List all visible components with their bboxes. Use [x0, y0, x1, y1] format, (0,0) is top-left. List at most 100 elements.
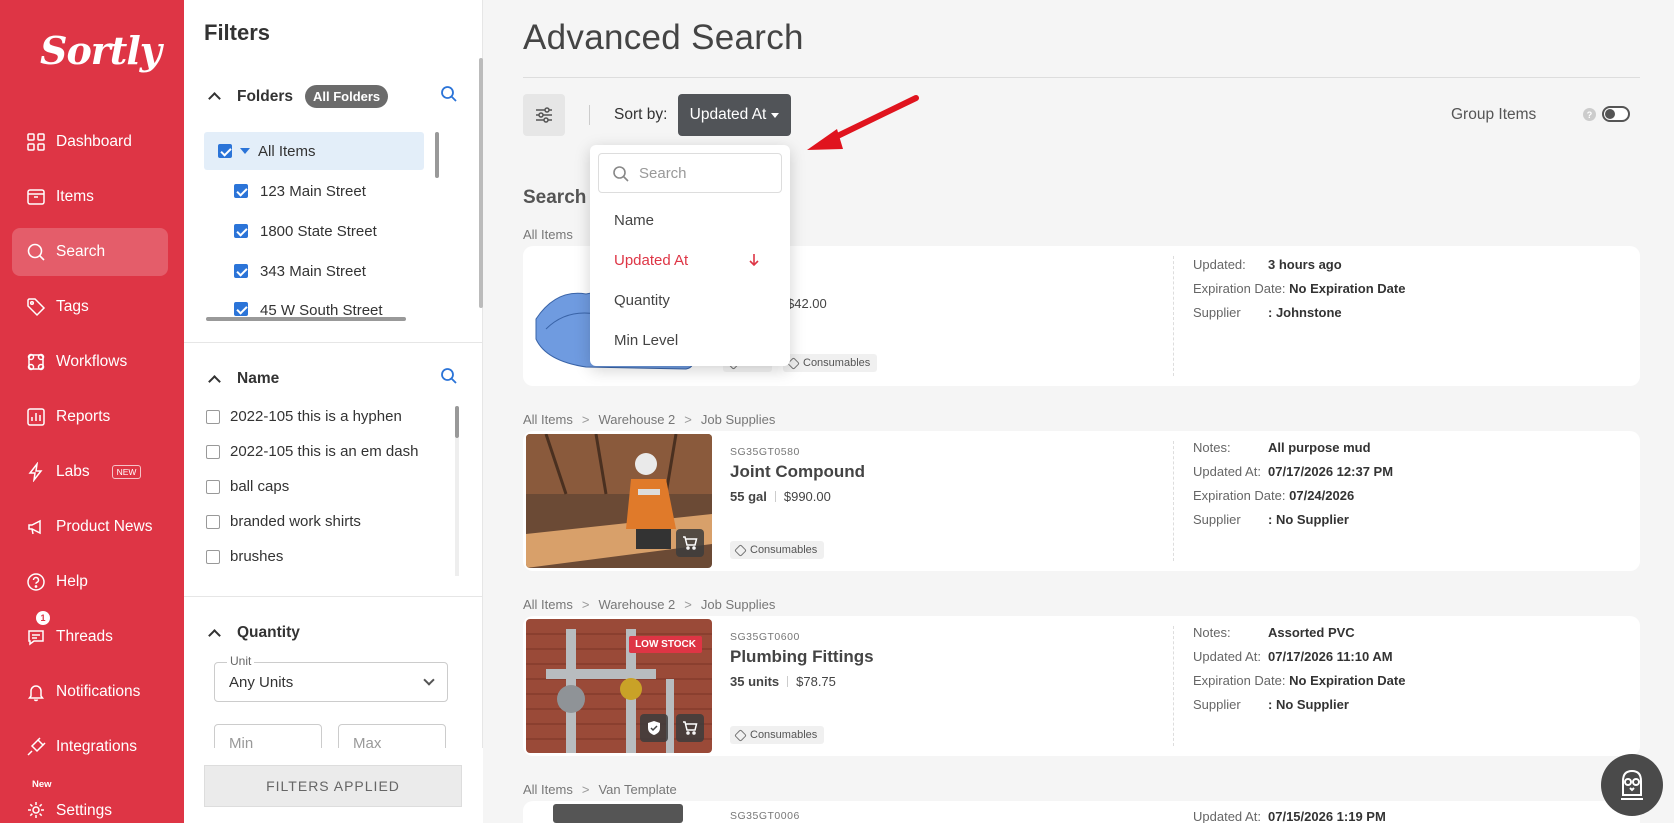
breadcrumb-item[interactable]: All Items [523, 227, 573, 242]
support-chat-button[interactable] [1601, 754, 1663, 816]
sidebar-item-reports[interactable]: Reports [12, 393, 168, 441]
sidebar-item-dashboard[interactable]: Dashboard [12, 118, 168, 166]
reports-icon [27, 408, 45, 426]
meta-value: : Johnstone [1268, 305, 1342, 320]
checkbox[interactable] [206, 479, 220, 494]
folder-tree-item[interactable]: All Items [204, 132, 424, 170]
folder-tree-item[interactable]: 1800 State Street [204, 212, 424, 250]
sort-by-button[interactable]: Updated At [678, 94, 791, 136]
name-search-icon[interactable] [440, 367, 458, 385]
arrow-down-icon[interactable] [748, 253, 760, 267]
item-thumbnail-joint-compound[interactable] [526, 434, 712, 568]
folder-tree-item[interactable]: 45 W South Street [204, 292, 424, 318]
breadcrumb-item[interactable]: All Items [523, 597, 573, 612]
annotation-arrow-icon [807, 95, 919, 150]
breadcrumb-item[interactable]: Job Supplies [701, 412, 775, 427]
filters-applied-button[interactable]: FILTERS APPLIED [204, 765, 462, 807]
all-folders-pill[interactable]: All Folders [304, 85, 389, 108]
chevron-up-icon[interactable] [208, 628, 221, 642]
unit-select[interactable]: Unit Any Units [214, 654, 448, 702]
sidebar-item-items[interactable]: Items [12, 173, 168, 221]
folder-tree-item[interactable]: 123 Main Street [204, 172, 424, 210]
checkbox[interactable] [206, 444, 220, 459]
chevron-up-icon[interactable] [208, 92, 221, 105]
folder-search-icon[interactable] [440, 85, 458, 103]
name-option[interactable]: ball caps [206, 478, 289, 495]
folder-scrollbar[interactable] [435, 132, 439, 178]
chevron-up-icon[interactable] [208, 374, 221, 388]
checkbox[interactable] [218, 144, 232, 158]
name-option[interactable]: branded work shirts [206, 513, 361, 530]
name-option[interactable]: 2022-105 this is a hyphen [206, 408, 402, 425]
add-to-cart-button[interactable] [676, 714, 704, 742]
quantity-section-header[interactable]: Quantity [208, 624, 300, 642]
megaphone-icon [28, 519, 41, 535]
sidebar-item-settings[interactable]: New Settings [12, 779, 168, 820]
item-thumbnail-paint-can[interactable] [553, 804, 683, 823]
breadcrumb-item[interactable]: All Items [523, 412, 573, 427]
folder-tree-item[interactable]: 343 Main Street [204, 252, 424, 290]
item-name[interactable]: Plumbing Fittings [730, 647, 874, 667]
sortly-logo[interactable]: Sortly [40, 28, 162, 73]
name-section-header[interactable]: Name [208, 370, 279, 388]
meta-value: 3 hours ago [1268, 257, 1342, 272]
name-option[interactable]: brushes [206, 548, 283, 565]
sort-option-quantity[interactable]: Quantity [614, 292, 670, 309]
sidebar-item-threads[interactable]: 1 Threads [12, 611, 168, 661]
gear-icon [28, 802, 44, 818]
filter-settings-button[interactable] [523, 94, 565, 136]
checkmark-button[interactable] [640, 714, 668, 742]
breadcrumb-item[interactable]: All Items [523, 782, 573, 797]
group-items-toggle[interactable] [1602, 106, 1630, 122]
name-option-label: 2022-105 this is a hyphen [230, 408, 402, 425]
sidebar-item-labs[interactable]: Labs NEW [12, 448, 168, 496]
breadcrumb-item[interactable]: Warehouse 2 [598, 412, 675, 427]
breadcrumb-item[interactable]: Van Template [598, 782, 676, 797]
checkbox[interactable] [234, 302, 248, 316]
new-badge: New [32, 779, 52, 790]
tag-label: Consumables [750, 544, 818, 556]
folder-horizontal-scrollbar[interactable] [206, 317, 406, 321]
meta-key: Expiration Date: [1193, 488, 1286, 503]
item-thumbnail-plumbing-fittings[interactable]: LOW STOCK [526, 619, 712, 753]
item-card[interactable]: SG35GT0580 Joint Compound 55 gal $990.00 … [523, 431, 1640, 571]
add-to-cart-button[interactable] [676, 529, 704, 557]
tag-chip[interactable]: Consumables [783, 354, 878, 372]
breadcrumb-item[interactable]: Warehouse 2 [598, 597, 675, 612]
item-card[interactable]: LOW STOCK SG35GT0600 Plumbing Fittings 3… [523, 616, 1640, 756]
name-option[interactable]: 2022-105 this is an em dash [206, 443, 418, 460]
sort-option-min-level[interactable]: Min Level [614, 332, 678, 349]
item-card[interactable]: SG35GT0006 Updated At: 07/15/2026 1:19 PM [523, 801, 1640, 823]
sort-option-updated-at[interactable]: Updated At [614, 252, 688, 269]
filters-footer: FILTERS APPLIED [184, 748, 483, 823]
checkbox[interactable] [234, 224, 248, 238]
sidebar-item-label: Labs [56, 463, 90, 480]
folders-section-header[interactable]: Folders All Folders [208, 85, 389, 108]
caret-down-icon[interactable] [240, 148, 250, 154]
sidebar-item-search[interactable]: Search [12, 228, 168, 276]
sidebar-item-tags[interactable]: Tags [12, 283, 168, 331]
meta-key: Updated At: [1193, 649, 1261, 664]
tag-chip[interactable]: Consumables [730, 541, 825, 559]
item-sku: SG35GT0006 [730, 810, 800, 822]
sort-search-input[interactable]: Search [598, 153, 782, 193]
breadcrumb-item[interactable]: Job Supplies [701, 597, 775, 612]
help-icon [27, 573, 45, 591]
item-name[interactable]: Joint Compound [730, 462, 865, 482]
tag-chip[interactable]: Consumables [730, 726, 825, 744]
checkbox[interactable] [206, 514, 220, 529]
sidebar-item-notifications[interactable]: Notifications [12, 668, 168, 716]
sort-option-name[interactable]: Name [614, 212, 654, 229]
checkbox[interactable] [234, 184, 248, 198]
sidebar-item-help[interactable]: Help [12, 558, 168, 606]
help-icon[interactable]: ? [1583, 108, 1596, 121]
name-scrollbar[interactable] [455, 406, 459, 438]
sidebar-item-integrations[interactable]: Integrations [12, 723, 168, 771]
sidebar-item-product-news[interactable]: Product News [12, 503, 168, 551]
sidebar-item-workflows[interactable]: Workflows [12, 338, 168, 386]
checkbox[interactable] [206, 409, 220, 424]
sidebar-item-label: Integrations [56, 738, 137, 755]
checkbox[interactable] [234, 264, 248, 278]
checkbox[interactable] [206, 549, 220, 564]
breadcrumb: All Items [523, 227, 573, 242]
